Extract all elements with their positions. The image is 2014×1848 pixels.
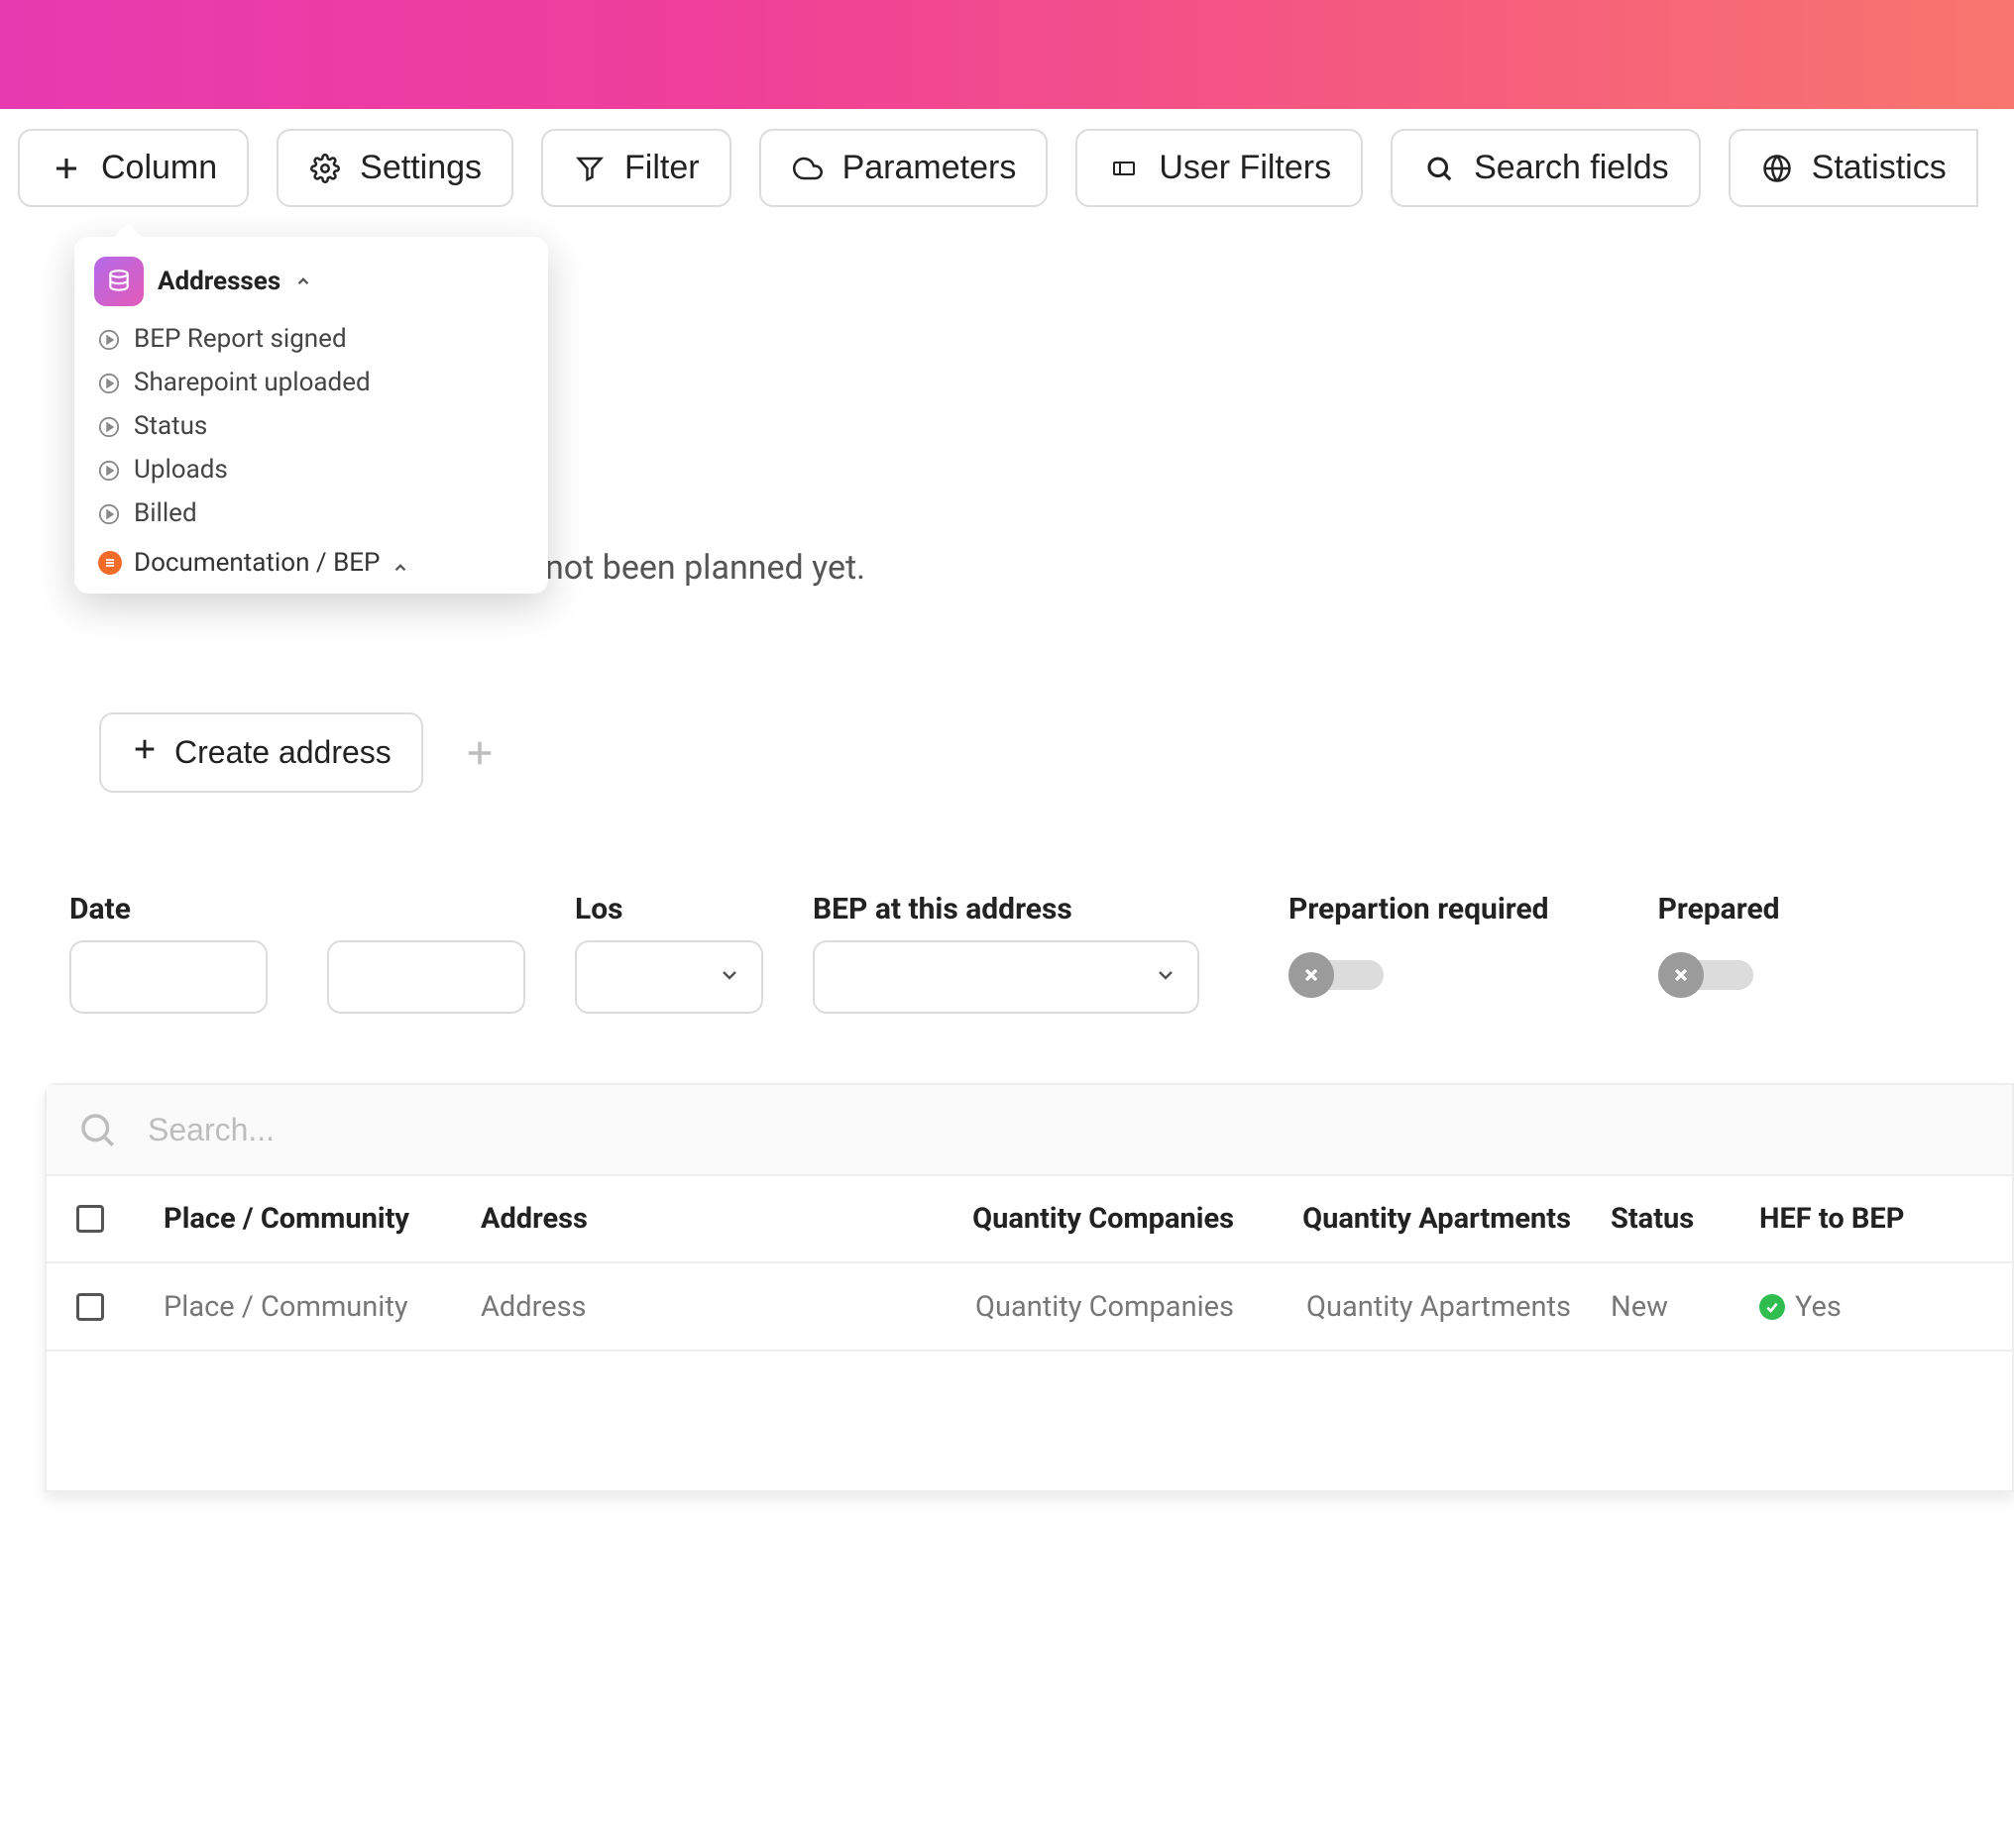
settings-button[interactable]: Settings xyxy=(277,129,513,207)
popover-items: BEP Report signed Sharepoint uploaded St… xyxy=(94,324,528,578)
filter-preparation: Prepartion required xyxy=(1288,892,1549,1014)
cell-status: New xyxy=(1591,1290,1730,1324)
popover-item-label: Sharepoint uploaded xyxy=(134,368,371,397)
check-circle-icon xyxy=(1759,1294,1785,1320)
cloud-icon xyxy=(791,152,825,185)
chevron-up-icon xyxy=(392,554,409,572)
preparation-toggle[interactable] xyxy=(1288,952,1384,998)
col-address-header[interactable]: Address xyxy=(481,1202,907,1236)
popover-item-sharepoint[interactable]: Sharepoint uploaded xyxy=(98,368,528,397)
database-icon xyxy=(94,257,144,306)
create-address-button[interactable]: Create address xyxy=(99,712,423,793)
filter-bep: BEP at this address xyxy=(813,892,1199,1014)
bep-select[interactable] xyxy=(813,940,1199,1014)
search-fields-button-label: Search fields xyxy=(1474,149,1669,187)
popover-item-status[interactable]: Status xyxy=(98,411,528,441)
filter-button-label: Filter xyxy=(624,149,700,187)
col-status-header[interactable]: Status xyxy=(1591,1202,1730,1236)
play-circle-icon xyxy=(98,328,120,350)
popover-item-billed[interactable]: Billed xyxy=(98,498,528,528)
column-popover: Addresses BEP Report signed Sharepoint u… xyxy=(74,237,548,594)
statistics-button[interactable]: Statistics xyxy=(1729,129,1978,207)
list-icon xyxy=(98,551,122,575)
popover-item-bep-report[interactable]: BEP Report signed xyxy=(98,324,528,354)
filter-date-label: Date xyxy=(69,892,525,926)
table-search-row xyxy=(47,1085,2012,1176)
popover-item-label: Billed xyxy=(134,498,197,528)
chevron-up-icon xyxy=(294,272,312,290)
popover-item-uploads[interactable]: Uploads xyxy=(98,455,528,485)
filter-los: Los xyxy=(575,892,763,1014)
column-button-label: Column xyxy=(101,149,217,187)
filter-los-label: Los xyxy=(575,892,763,926)
popover-item-label: BEP Report signed xyxy=(134,324,347,354)
cell-hef-text: Yes xyxy=(1795,1290,1842,1324)
x-icon xyxy=(1288,952,1334,998)
row-checkbox[interactable] xyxy=(76,1293,104,1321)
create-address-label: Create address xyxy=(174,734,392,771)
filter-button[interactable]: Filter xyxy=(541,129,731,207)
prepared-toggle[interactable] xyxy=(1658,952,1753,998)
toolbar: Column Settings Filter Parameters User F… xyxy=(0,109,2014,207)
los-select[interactable] xyxy=(575,940,763,1014)
top-gradient-bar xyxy=(0,0,2014,109)
col-place-header[interactable]: Place / Community xyxy=(164,1202,461,1236)
filter-prepared: Prepared xyxy=(1658,892,1780,1014)
popover-item-label: Status xyxy=(134,411,207,441)
cell-address: Address xyxy=(481,1290,907,1324)
filter-bep-label: BEP at this address xyxy=(813,892,1199,926)
data-table: Place / Community Address Quantity Compa… xyxy=(45,1083,2014,1492)
search-fields-button[interactable]: Search fields xyxy=(1391,129,1701,207)
cell-qtya: Quantity Apartments xyxy=(1254,1290,1571,1324)
user-filters-button-label: User Filters xyxy=(1159,149,1331,187)
table-empty-space xyxy=(47,1352,2012,1490)
filter-prepared-label: Prepared xyxy=(1658,892,1780,926)
filters-row: Date Los BEP at this address Prepartion … xyxy=(69,892,2014,1014)
rect-icon xyxy=(1107,152,1141,185)
gear-icon xyxy=(308,152,342,185)
add-icon[interactable] xyxy=(463,736,497,770)
table-header: Place / Community Address Quantity Compa… xyxy=(47,1176,2012,1263)
col-qtyc-header[interactable]: Quantity Companies xyxy=(927,1202,1234,1236)
plus-icon xyxy=(50,152,83,185)
col-hef-header[interactable]: HEF to BEP xyxy=(1749,1202,1948,1236)
background-message: not been planned yet. xyxy=(545,548,865,588)
filter-date: Date xyxy=(69,892,525,1014)
chevron-down-icon xyxy=(718,963,741,991)
cell-place: Place / Community xyxy=(164,1290,461,1324)
table-row[interactable]: Place / Community Address Quantity Compa… xyxy=(47,1263,2012,1352)
chevron-down-icon xyxy=(1154,963,1177,991)
popover-subgroup-label: Documentation / BEP xyxy=(134,548,380,578)
search-icon xyxy=(76,1109,118,1150)
globe-icon xyxy=(1760,152,1794,185)
search-icon xyxy=(1422,152,1456,185)
filter-preparation-label: Prepartion required xyxy=(1288,892,1549,926)
play-circle-icon xyxy=(98,459,120,481)
user-filters-button[interactable]: User Filters xyxy=(1075,129,1363,207)
parameters-button-label: Parameters xyxy=(842,149,1017,187)
popover-title: Addresses xyxy=(158,267,280,296)
x-icon xyxy=(1658,952,1704,998)
popover-subgroup-documentation[interactable]: Documentation / BEP xyxy=(98,548,528,578)
cell-hef: Yes xyxy=(1749,1289,1948,1324)
statistics-button-label: Statistics xyxy=(1812,149,1947,187)
col-qtya-header[interactable]: Quantity Apartments xyxy=(1254,1202,1571,1236)
funnel-icon xyxy=(573,152,607,185)
parameters-button[interactable]: Parameters xyxy=(759,129,1049,207)
popover-group-header[interactable]: Addresses xyxy=(94,257,528,306)
plus-icon xyxy=(131,734,159,771)
table-search-input[interactable] xyxy=(148,1112,1982,1148)
play-circle-icon xyxy=(98,372,120,393)
actions-row: Create address xyxy=(99,712,2014,793)
date-to-input[interactable] xyxy=(327,940,525,1014)
column-button[interactable]: Column xyxy=(18,129,249,207)
cell-qtyc: Quantity Companies xyxy=(927,1290,1234,1324)
settings-button-label: Settings xyxy=(360,149,482,187)
play-circle-icon xyxy=(98,415,120,437)
popover-item-label: Uploads xyxy=(134,455,228,485)
date-from-input[interactable] xyxy=(69,940,268,1014)
select-all-checkbox[interactable] xyxy=(76,1205,104,1233)
play-circle-icon xyxy=(98,502,120,524)
